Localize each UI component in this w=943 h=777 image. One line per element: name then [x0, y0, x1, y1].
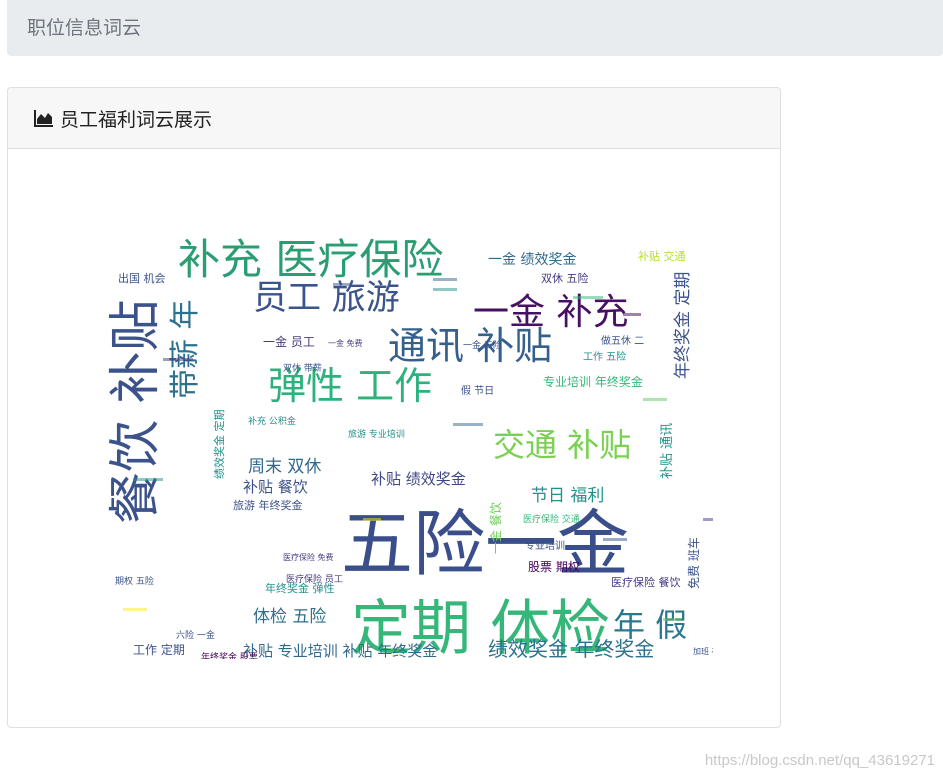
- area-chart-icon: [34, 109, 54, 127]
- watermark: https://blog.csdn.net/qq_43619271: [704, 752, 935, 769]
- word-cloud-word: 体检 五险: [253, 607, 326, 627]
- word-cloud-small-text: [433, 288, 457, 291]
- word-cloud-word: 加班 补贴: [693, 646, 713, 656]
- card-header: 员工福利词云展示: [8, 88, 780, 149]
- word-cloud-small-text: [433, 278, 457, 281]
- word-cloud-word: 六险 一金: [176, 629, 215, 641]
- word-cloud-image: 五险一金定期 体检餐饮 补贴补充 医疗保险通讯 补贴弹性 工作员工 旅游 一金 补…: [106, 235, 713, 659]
- word-cloud-small-text: [453, 423, 483, 426]
- word-cloud-word: 医疗保险 员工: [286, 573, 343, 585]
- word-cloud-word: 补贴 通讯: [660, 423, 675, 479]
- wordcloud-card: 员工福利词云展示 五险一金 定期 体检 餐饮 补贴 补充 医疗保险 通讯 补贴 弹性 工作…: [7, 87, 781, 728]
- word-cloud-word: 一金 补充: [473, 292, 628, 333]
- word-cloud-word: 补贴 绩效奖金: [371, 470, 466, 488]
- word-cloud-small-text: [703, 518, 713, 521]
- card-title: 员工福利词云展示: [60, 108, 213, 131]
- word-cloud-small-text: [573, 296, 603, 299]
- word-cloud-word: 补贴 餐饮: [243, 478, 308, 496]
- word-cloud-word: 医疗保险 餐饮: [611, 575, 681, 589]
- word-cloud-word: 年终奖金 定期: [673, 272, 693, 379]
- breadcrumb: 职位信息词云: [7, 0, 943, 56]
- word-cloud-small-text: [163, 358, 193, 361]
- word-cloud-word: 带薪 年: [168, 299, 203, 399]
- word-cloud-small-text: [663, 618, 681, 621]
- word-cloud-word: 出国 机会: [118, 271, 166, 285]
- word-cloud-word: 一金 员工: [263, 334, 315, 349]
- word-cloud-word: 工作 五险: [583, 350, 626, 363]
- word-cloud-small-text: [603, 538, 627, 541]
- word-cloud-word: 股票 期权: [528, 560, 580, 574]
- word-cloud-word: 双休 五险: [541, 271, 589, 285]
- word-cloud-word: 交通 补贴: [493, 426, 631, 464]
- word-cloud-word: 双休 带薪: [283, 362, 322, 374]
- word-cloud-small-text: [333, 283, 351, 286]
- word-cloud-word: 旅游 年终奖金: [233, 498, 303, 512]
- word-cloud-word: 一金 五险: [463, 339, 502, 351]
- word-cloud-small-text: [363, 518, 381, 521]
- word-cloud-word: 绩效奖金 定期: [212, 410, 226, 480]
- word-cloud-word: 医疗保险 交通: [523, 513, 580, 525]
- word-cloud-small-text: [133, 478, 163, 481]
- word-cloud-small-text: [623, 313, 641, 316]
- word-cloud-word: 免费 班车: [686, 537, 701, 589]
- word-cloud-word: 专业培训: [525, 539, 565, 552]
- word-cloud-word: 节日 福利: [531, 486, 604, 506]
- word-cloud-word: 专业培训 年终奖金: [543, 374, 643, 389]
- word-cloud-word: 期权 五险: [115, 575, 154, 587]
- word-cloud-word: 补充 医疗保险: [178, 235, 443, 284]
- word-cloud-word: 医疗保险 免费: [283, 552, 334, 562]
- word-cloud-word: 五险一金: [341, 502, 629, 586]
- word-cloud-word: 旅游 专业培训: [348, 428, 405, 440]
- word-cloud-word: 周末 双休: [248, 457, 321, 477]
- word-cloud-word: 年终奖金 股票: [201, 651, 258, 659]
- word-cloud-small-text: [123, 608, 147, 611]
- word-cloud-word: 餐饮 补贴: [106, 299, 166, 524]
- word-cloud-word: 一金 免费: [328, 338, 363, 348]
- word-cloud-word: 工作 定期: [133, 642, 185, 657]
- word-cloud-word: 假 节日: [461, 384, 494, 397]
- word-cloud-word: 做五休 二: [601, 334, 644, 347]
- word-cloud-word: 一金 绩效奖金: [488, 251, 576, 268]
- word-cloud-word: 绩效奖金 年终奖金: [488, 637, 654, 659]
- word-cloud-word: 一金 餐饮: [488, 502, 503, 554]
- word-cloud-word: 员工 旅游: [253, 278, 400, 318]
- page-title: 职位信息词云: [27, 17, 142, 39]
- word-cloud-word: 补贴 专业培训 补贴 年终奖金: [243, 642, 437, 659]
- word-cloud-word: 补贴 交通: [638, 249, 686, 263]
- word-cloud-small-text: [643, 398, 667, 401]
- word-cloud-word: 补充 公积金: [248, 415, 296, 427]
